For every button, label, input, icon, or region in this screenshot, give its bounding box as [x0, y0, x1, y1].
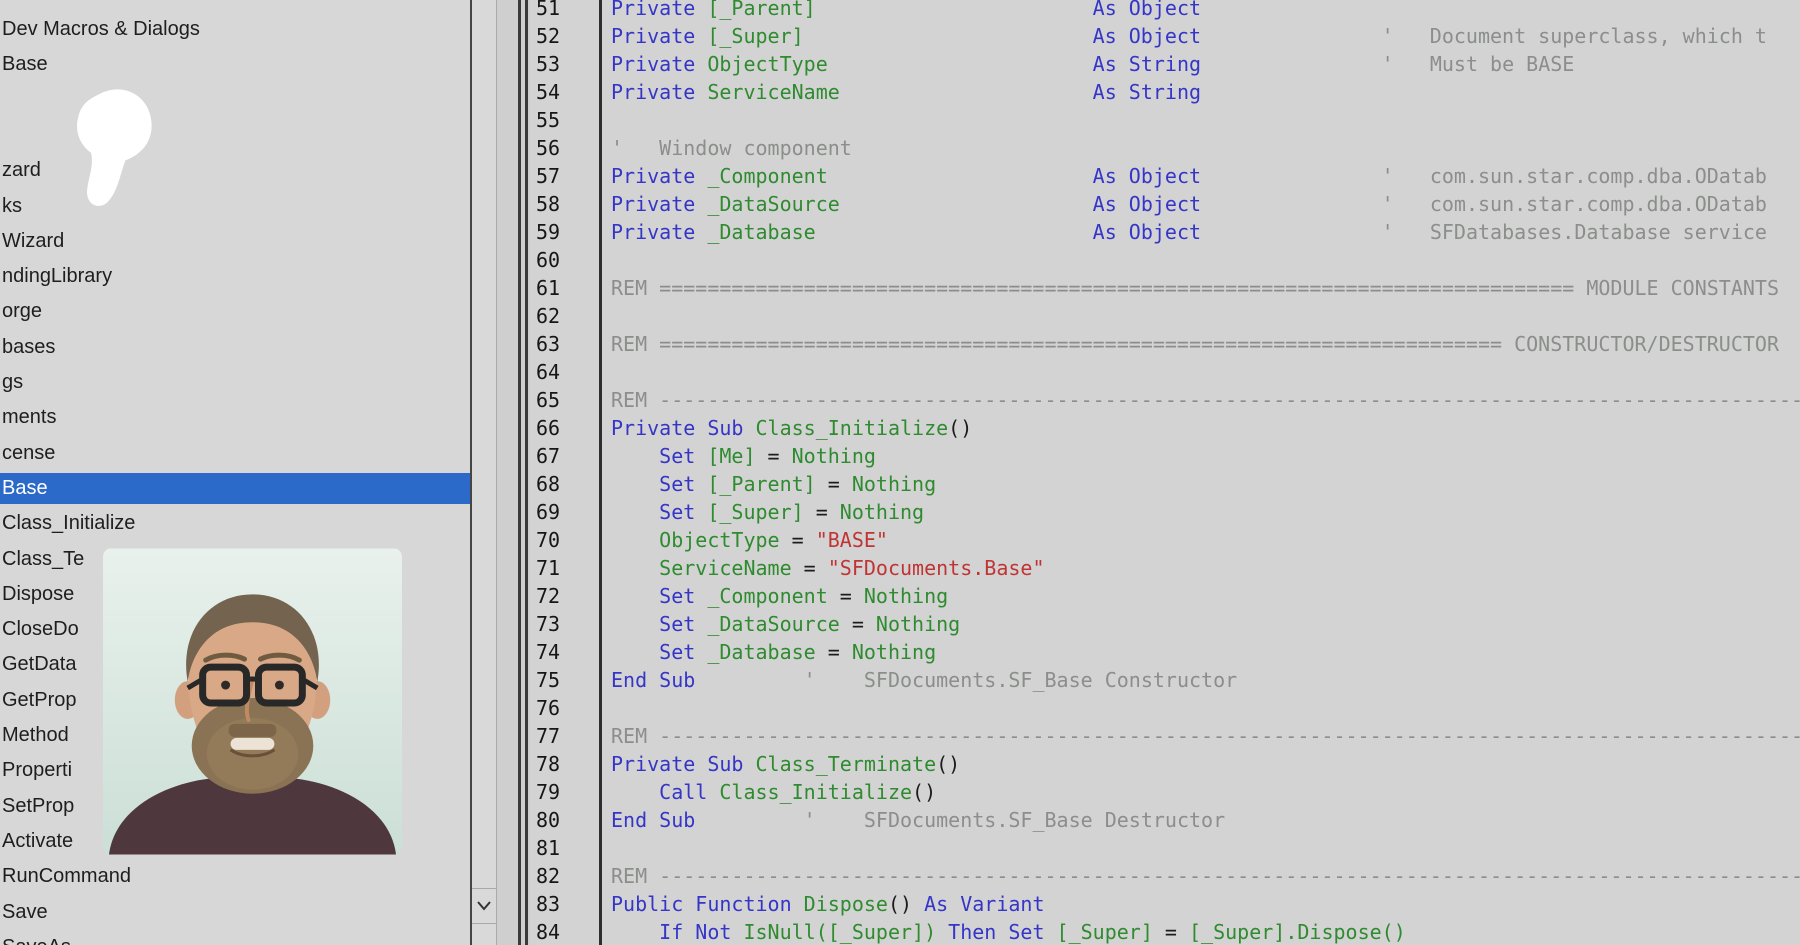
line-number: 81	[536, 834, 560, 862]
catalog-scrollbar[interactable]	[470, 0, 496, 945]
code-line[interactable]: ' Window component	[611, 134, 1800, 162]
sidebar-item[interactable]: Wizard	[0, 226, 470, 257]
white-blob-annotation	[70, 84, 156, 212]
code-line[interactable]	[611, 302, 1800, 330]
sidebar-item[interactable]: Save	[0, 897, 470, 928]
code-line[interactable]	[611, 106, 1800, 134]
blob-shape	[70, 84, 156, 212]
line-number: 70	[536, 526, 560, 554]
code-line[interactable]: ServiceName = "SFDocuments.Base"	[611, 554, 1800, 582]
splitter-line	[518, 0, 521, 945]
code-line[interactable]: REM ------------------------------------…	[611, 862, 1800, 890]
portrait-photo-overlay	[103, 548, 402, 855]
line-number: 55	[536, 106, 560, 134]
code-line[interactable]: Private Sub Class_Terminate()	[611, 750, 1800, 778]
chevron-down-icon	[475, 900, 493, 912]
line-number: 80	[536, 806, 560, 834]
line-number: 75	[536, 666, 560, 694]
line-number: 58	[536, 190, 560, 218]
code-line[interactable]: REM ------------------------------------…	[611, 722, 1800, 750]
line-number: 53	[536, 50, 560, 78]
line-numbers: 5152535455565758596061626364656667686970…	[536, 0, 560, 945]
code-line[interactable]: Set _DataSource = Nothing	[611, 610, 1800, 638]
code-line[interactable]	[611, 246, 1800, 274]
line-number: 76	[536, 694, 560, 722]
line-number: 79	[536, 778, 560, 806]
line-number: 63	[536, 330, 560, 358]
basic-ide-window: Dev Macros & DialogsBasezardksWizardndin…	[0, 0, 1800, 945]
code-line[interactable]: REM ====================================…	[611, 330, 1800, 358]
code-line[interactable]: REM ====================================…	[611, 274, 1800, 302]
sidebar-item[interactable]: Base	[0, 49, 470, 80]
line-number: 54	[536, 78, 560, 106]
line-number: 57	[536, 162, 560, 190]
line-number: 77	[536, 722, 560, 750]
portrait-photo	[103, 548, 402, 855]
code-line[interactable]: Private [_Parent] As Object	[611, 0, 1800, 22]
code-line[interactable]: Set _Database = Nothing	[611, 638, 1800, 666]
code-editor[interactable]: Private [_Parent] As ObjectPrivate [_Sup…	[605, 0, 1800, 945]
code-line[interactable]: Private ServiceName As String	[611, 78, 1800, 106]
line-number: 73	[536, 610, 560, 638]
line-number: 74	[536, 638, 560, 666]
line-number-gutter[interactable]: 5152535455565758596061626364656667686970…	[530, 0, 602, 945]
code-line[interactable]: Set [Me] = Nothing	[611, 442, 1800, 470]
line-number: 59	[536, 218, 560, 246]
sidebar-item[interactable]: SaveAs	[0, 932, 470, 945]
code-line[interactable]	[611, 834, 1800, 862]
line-number: 66	[536, 414, 560, 442]
line-number: 72	[536, 582, 560, 610]
scroll-down-button[interactable]	[472, 888, 496, 924]
sidebar-item[interactable]: gs	[0, 367, 470, 398]
code-line[interactable]: ObjectType = "BASE"	[611, 526, 1800, 554]
code-line[interactable]: Private Sub Class_Initialize()	[611, 414, 1800, 442]
code-line[interactable]: REM ------------------------------------…	[611, 386, 1800, 414]
line-number: 51	[536, 0, 560, 22]
sidebar-item[interactable]: RunCommand	[0, 861, 470, 892]
code-line[interactable]	[611, 694, 1800, 722]
line-number: 84	[536, 918, 560, 945]
code-line[interactable]: Set [_Super] = Nothing	[611, 498, 1800, 526]
sidebar-item[interactable]: cense	[0, 438, 470, 469]
line-number: 71	[536, 554, 560, 582]
code-line[interactable]: Set [_Parent] = Nothing	[611, 470, 1800, 498]
code-line[interactable]: Set _Component = Nothing	[611, 582, 1800, 610]
code-line[interactable]: Private _DataSource As Object ' com.sun.…	[611, 190, 1800, 218]
sidebar-item[interactable]: ndingLibrary	[0, 261, 470, 292]
splitter-line	[525, 0, 528, 945]
code-line[interactable]: Public Function Dispose() As Variant	[611, 890, 1800, 918]
code-line[interactable]: If Not IsNull([_Super]) Then Set [_Super…	[611, 918, 1800, 945]
line-number: 65	[536, 386, 560, 414]
sidebar-item[interactable]: orge	[0, 296, 470, 327]
line-number: 67	[536, 442, 560, 470]
sidebar-item-selected[interactable]: Base	[0, 473, 470, 504]
code-line[interactable]: End Sub ' SFDocuments.SF_Base Destructor	[611, 806, 1800, 834]
code-line[interactable]: Private [_Super] As Object ' Document su…	[611, 22, 1800, 50]
code-line[interactable]	[611, 358, 1800, 386]
sidebar-item[interactable]: ments	[0, 402, 470, 433]
code-line[interactable]: Private _Database As Object ' SFDatabase…	[611, 218, 1800, 246]
line-number: 68	[536, 470, 560, 498]
line-number: 56	[536, 134, 560, 162]
object-catalog-panel: Dev Macros & DialogsBasezardksWizardndin…	[0, 0, 470, 945]
line-number: 69	[536, 498, 560, 526]
code-line[interactable]: Call Class_Initialize()	[611, 778, 1800, 806]
line-number: 83	[536, 890, 560, 918]
sidebar-item[interactable]: Class_Initialize	[0, 508, 470, 539]
line-number: 78	[536, 750, 560, 778]
line-number: 82	[536, 862, 560, 890]
code-lines: Private [_Parent] As ObjectPrivate [_Sup…	[611, 0, 1800, 945]
code-line[interactable]: Private ObjectType As String ' Must be B…	[611, 50, 1800, 78]
code-line[interactable]: Private _Component As Object ' com.sun.s…	[611, 162, 1800, 190]
line-number: 62	[536, 302, 560, 330]
line-number: 60	[536, 246, 560, 274]
code-line[interactable]: End Sub ' SFDocuments.SF_Base Constructo…	[611, 666, 1800, 694]
line-number: 64	[536, 358, 560, 386]
sidebar-item[interactable]: bases	[0, 332, 470, 363]
line-number: 61	[536, 274, 560, 302]
pane-splitter[interactable]	[496, 0, 530, 945]
sidebar-item[interactable]: Dev Macros & Dialogs	[0, 14, 470, 45]
line-number: 52	[536, 22, 560, 50]
